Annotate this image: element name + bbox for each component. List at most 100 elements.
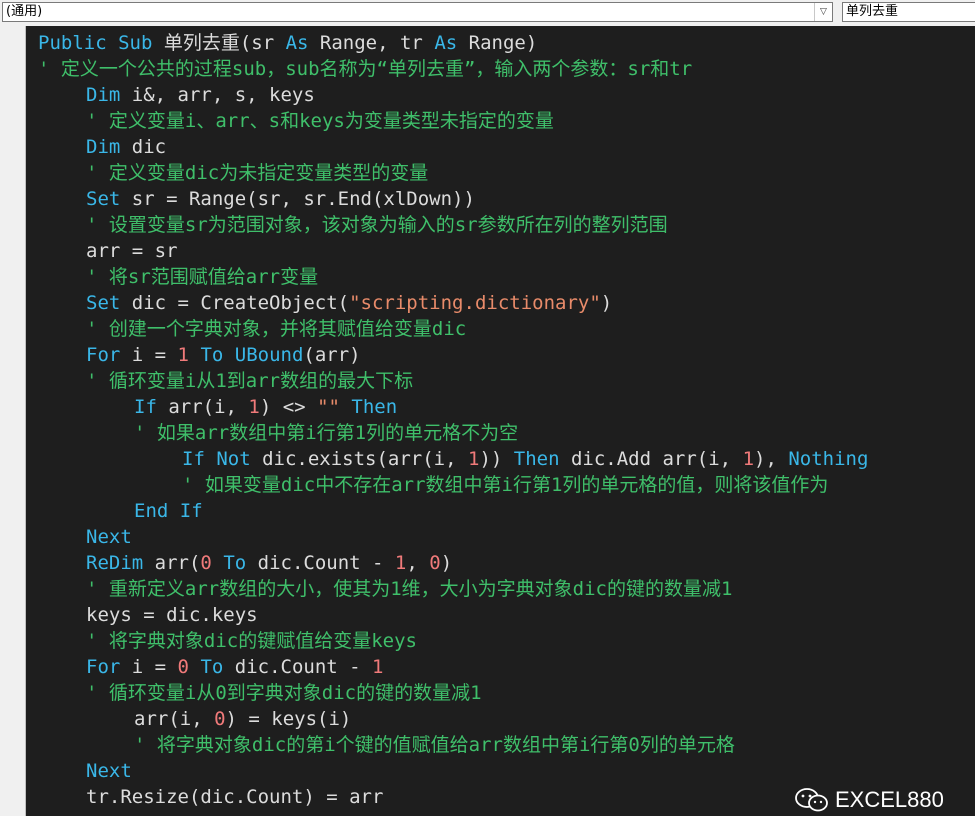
code-token-kw: For bbox=[86, 656, 121, 678]
code-token-cmt: ' 重新定义arr数组的大小，使其为1维，大小为字典对象dic的键的数量减1 bbox=[86, 578, 733, 600]
code-token-kw: To bbox=[200, 344, 224, 366]
code-token-kw: Nothing bbox=[788, 448, 869, 470]
code-token-cmt: ' 将sr范围赋值给arr变量 bbox=[86, 266, 319, 288]
code-token-cmt: ' 将字典对象dic的第i个键的值赋值给arr数组中第i行第0列的单元格 bbox=[134, 734, 735, 756]
code-token-idt: arr(i, bbox=[156, 396, 249, 418]
code-token-idt: i = bbox=[120, 656, 178, 678]
code-line[interactable]: For i = 1 To UBound(arr) bbox=[38, 342, 975, 368]
code-token-idt: dic.exists(arr(i, bbox=[250, 448, 468, 470]
code-line[interactable]: Set dic = CreateObject("scripting.dictio… bbox=[38, 290, 975, 316]
code-token-idt: )) bbox=[479, 448, 514, 470]
code-token-idt: arr(i, bbox=[134, 708, 215, 730]
code-line[interactable]: ' 将字典对象dic的键赋值给变量keys bbox=[38, 628, 975, 654]
code-token-idt: dic.Count - bbox=[246, 552, 395, 574]
wechat-icon bbox=[795, 788, 828, 812]
code-area[interactable]: Public Sub 单列去重(sr As Range, tr As Range… bbox=[38, 30, 975, 810]
code-token-idt: ) <> bbox=[259, 396, 318, 418]
code-token-kw: Next bbox=[86, 526, 132, 548]
code-token-cmt: ' 如果arr数组中第i行第1列的单元格不为空 bbox=[134, 422, 519, 444]
code-token-idt: dic = CreateObject( bbox=[120, 292, 350, 314]
code-token-kw: ReDim bbox=[86, 552, 144, 574]
code-token-kw: Dim bbox=[86, 84, 121, 106]
code-token-idt: i = bbox=[120, 344, 178, 366]
code-line[interactable]: ' 将字典对象dic的第i个键的值赋值给arr数组中第i行第0列的单元格 bbox=[38, 732, 975, 758]
code-token-idt: Range) bbox=[457, 32, 538, 54]
code-token-idt: dic.Add arr(i, bbox=[559, 448, 743, 470]
code-token-kw: For bbox=[86, 344, 121, 366]
code-token-kw: Set bbox=[86, 292, 121, 314]
code-line[interactable]: ' 设置变量sr为范围对象，该对象为输入的sr参数所在列的整列范围 bbox=[38, 212, 975, 238]
code-token-cmt: ' 如果变量dic中不存在arr数组中第i行第1列的单元格的值，则将该值作为 bbox=[182, 474, 829, 496]
code-token-cmt: ' 定义变量dic为未指定变量类型的变量 bbox=[86, 162, 429, 184]
code-token-kw: UBound bbox=[234, 344, 304, 366]
code-token-num: 1 bbox=[394, 552, 407, 574]
code-line[interactable]: Dim dic bbox=[38, 134, 975, 160]
code-line[interactable]: ' 循环变量i从0到字典对象dic的键的数量减1 bbox=[38, 680, 975, 706]
code-token-idt bbox=[189, 344, 200, 366]
code-token-idt: arr( bbox=[143, 552, 201, 574]
chevron-down-icon[interactable]: ▽ bbox=[814, 3, 832, 21]
code-token-num: 0 bbox=[214, 708, 226, 730]
code-line[interactable]: keys = dic.keys bbox=[38, 602, 975, 628]
code-line[interactable]: ' 定义变量i、arr、s和keys为变量类型未指定的变量 bbox=[38, 108, 975, 134]
code-token-cmt: ' 循环变量i从1到arr数组的最大下标 bbox=[86, 370, 414, 392]
code-token-idt: ) = keys(i) bbox=[225, 708, 352, 730]
code-line[interactable]: ' 循环变量i从1到arr数组的最大下标 bbox=[38, 368, 975, 394]
code-token-idt: ) bbox=[440, 552, 453, 574]
procedure-combo[interactable]: 单列去重 bbox=[842, 2, 975, 22]
code-token-num: 1 bbox=[467, 448, 480, 470]
code-token-idt: keys = dic.keys bbox=[86, 604, 258, 626]
code-token-kw: To bbox=[200, 656, 224, 678]
code-token-kw: Then bbox=[513, 448, 560, 470]
procedure-combo-value: 单列去重 bbox=[846, 4, 899, 19]
code-line[interactable]: Dim i&, arr, s, keys bbox=[38, 82, 975, 108]
code-token-kw: Dim bbox=[86, 136, 121, 158]
code-line[interactable]: ' 将sr范围赋值给arr变量 bbox=[38, 264, 975, 290]
code-token-num: 1 bbox=[248, 396, 260, 418]
code-line[interactable]: End If bbox=[38, 498, 975, 524]
code-line[interactable]: Public Sub 单列去重(sr As Range, tr As Range… bbox=[38, 30, 975, 56]
code-token-cmt: ' 定义一个公共的过程sub，sub名称为“单列去重”，输入两个参数：sr和tr bbox=[38, 58, 693, 80]
code-line[interactable]: Next bbox=[38, 524, 975, 550]
code-token-idt: tr.Resize(dic.Count) = arr bbox=[86, 786, 384, 808]
object-combo[interactable]: (通用) ▽ bbox=[2, 2, 833, 22]
code-token-num: 1 bbox=[742, 448, 755, 470]
code-token-kw: To bbox=[223, 552, 247, 574]
code-token-kw: Public Sub bbox=[38, 32, 153, 54]
code-token-idt: i&, arr, s, keys bbox=[120, 84, 315, 106]
code-line[interactable]: ' 如果变量dic中不存在arr数组中第i行第1列的单元格的值，则将该值作为 bbox=[38, 472, 975, 498]
code-token-num: 0 bbox=[200, 552, 212, 574]
code-line[interactable]: For i = 0 To dic.Count - 1 bbox=[38, 654, 975, 680]
code-token-kw: As bbox=[285, 32, 309, 54]
code-token-idt bbox=[223, 344, 234, 366]
code-line[interactable]: ' 重新定义arr数组的大小，使其为1维，大小为字典对象dic的键的数量减1 bbox=[38, 576, 975, 602]
code-token-idt bbox=[189, 656, 200, 678]
code-token-idt: Range, tr bbox=[308, 32, 435, 54]
code-token-cmt: ' 定义变量i、arr、s和keys为变量类型未指定的变量 bbox=[86, 110, 554, 132]
code-token-idt: arr = sr bbox=[86, 240, 178, 262]
code-line[interactable]: ' 如果arr数组中第i行第1列的单元格不为空 bbox=[38, 420, 975, 446]
code-token-cmt: ' 设置变量sr为范围对象，该对象为输入的sr参数所在列的整列范围 bbox=[86, 214, 668, 236]
code-token-num: 1 bbox=[177, 344, 189, 366]
code-token-kw: Next bbox=[86, 760, 132, 782]
code-line[interactable]: If Not dic.exists(arr(i, 1)) Then dic.Ad… bbox=[38, 446, 975, 472]
code-token-idt: dic bbox=[120, 136, 167, 158]
code-line[interactable]: If arr(i, 1) <> "" Then bbox=[38, 394, 975, 420]
code-line[interactable]: arr = sr bbox=[38, 238, 975, 264]
code-token-idt: ), bbox=[754, 448, 789, 470]
code-token-idt: , bbox=[406, 552, 430, 574]
code-line[interactable]: Set sr = Range(sr, sr.End(xlDown)) bbox=[38, 186, 975, 212]
code-line[interactable]: ReDim arr(0 To dic.Count - 1, 0) bbox=[38, 550, 975, 576]
toolbar: (通用) ▽ 单列去重 bbox=[0, 0, 975, 26]
code-token-idt bbox=[340, 396, 351, 418]
object-combo-value: (通用) bbox=[6, 4, 43, 19]
watermark: EXCEL880 bbox=[795, 786, 944, 814]
code-line[interactable]: arr(i, 0) = keys(i) bbox=[38, 706, 975, 732]
code-line[interactable]: ' 定义变量dic为未指定变量类型的变量 bbox=[38, 160, 975, 186]
code-editor[interactable]: Public Sub 单列去重(sr As Range, tr As Range… bbox=[0, 26, 975, 816]
code-token-num: 0 bbox=[177, 656, 189, 678]
code-line[interactable]: ' 创建一个字典对象，并将其赋值给变量dic bbox=[38, 316, 975, 342]
code-token-idt: (arr) bbox=[303, 344, 361, 366]
code-line[interactable]: ' 定义一个公共的过程sub，sub名称为“单列去重”，输入两个参数：sr和tr bbox=[38, 56, 975, 82]
code-line[interactable]: Next bbox=[38, 758, 975, 784]
